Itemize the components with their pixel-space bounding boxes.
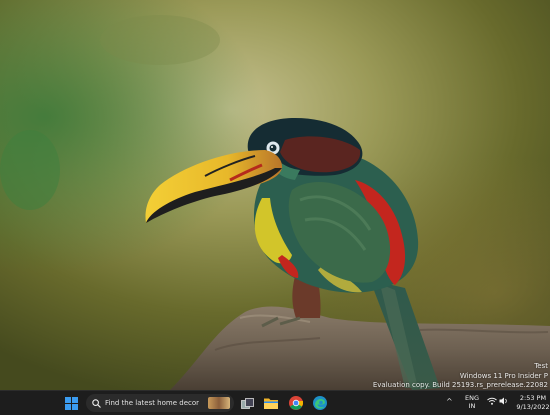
evaluation-watermark: Test Windows 11 Pro Insider P Evaluation… [373,362,548,391]
taskbar-search-box[interactable]: Find the latest home decor [86,394,234,412]
task-view-button[interactable] [238,394,256,412]
desktop-wallpaper [0,0,550,390]
search-icon [92,398,101,408]
volume-icon[interactable] [499,397,509,405]
clock[interactable]: 2:53 PM 9/13/2022 [516,394,550,411]
file-explorer-button[interactable] [262,394,280,412]
file-explorer-icon [264,398,278,409]
clock-date: 9/13/2022 [516,402,550,411]
start-button[interactable] [62,394,80,412]
wifi-icon[interactable] [487,397,497,405]
watermark-line-1: Test [534,362,548,370]
clock-time: 2:53 PM [519,394,547,402]
taskbar: Find the latest home decor ^ ENG IN 2:53… [0,390,550,415]
edge-icon [313,396,327,410]
language-code: ENG [464,394,479,402]
windows-start-icon [64,396,78,410]
chrome-button[interactable] [287,394,305,412]
search-highlight-text: Find the latest home decor [105,399,200,407]
input-language-indicator[interactable]: ENG IN [463,394,481,410]
keyboard-region: IN [468,402,476,410]
edge-button[interactable] [311,394,329,412]
show-hidden-icons-chevron[interactable]: ^ [446,397,453,406]
search-highlight-thumbnail [208,397,230,409]
watermark-line-2: Windows 11 Pro Insider P [459,371,548,380]
task-view-icon [240,397,254,409]
chrome-icon [289,396,303,410]
